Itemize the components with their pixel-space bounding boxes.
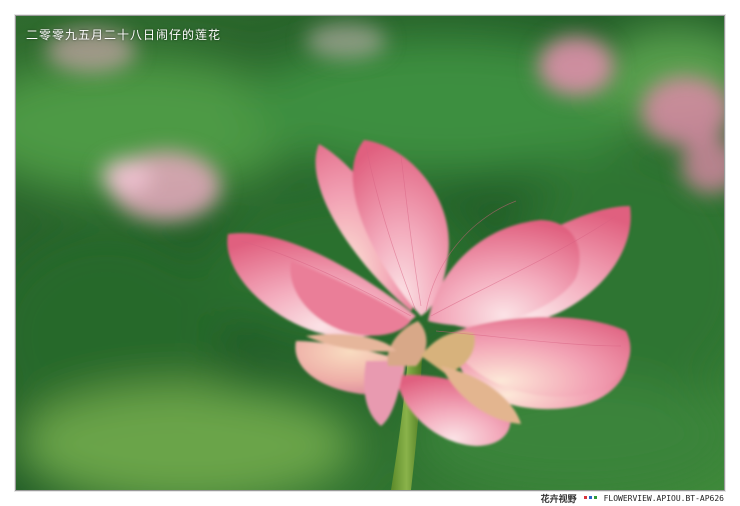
logo-dot-green: [593, 496, 597, 499]
logo-text: 花卉视野: [540, 494, 577, 505]
logo-dot-blue: [588, 496, 592, 499]
site-logo: 花卉视野: [541, 492, 577, 505]
footer-credit: 花卉视野 FLOWERVIEW.APIOU.BT-AP626: [541, 492, 724, 505]
photo-caption: 二零零九五月二十八日闹仔的莲花: [26, 28, 222, 42]
logo-dot-red: [583, 496, 587, 499]
logo-dots: [583, 493, 598, 503]
photo-frame: 二零零九五月二十八日闹仔的莲花: [16, 16, 724, 490]
lotus-photo: [16, 16, 724, 490]
credit-text: FLOWERVIEW.APIOU.BT-AP626: [603, 493, 724, 503]
